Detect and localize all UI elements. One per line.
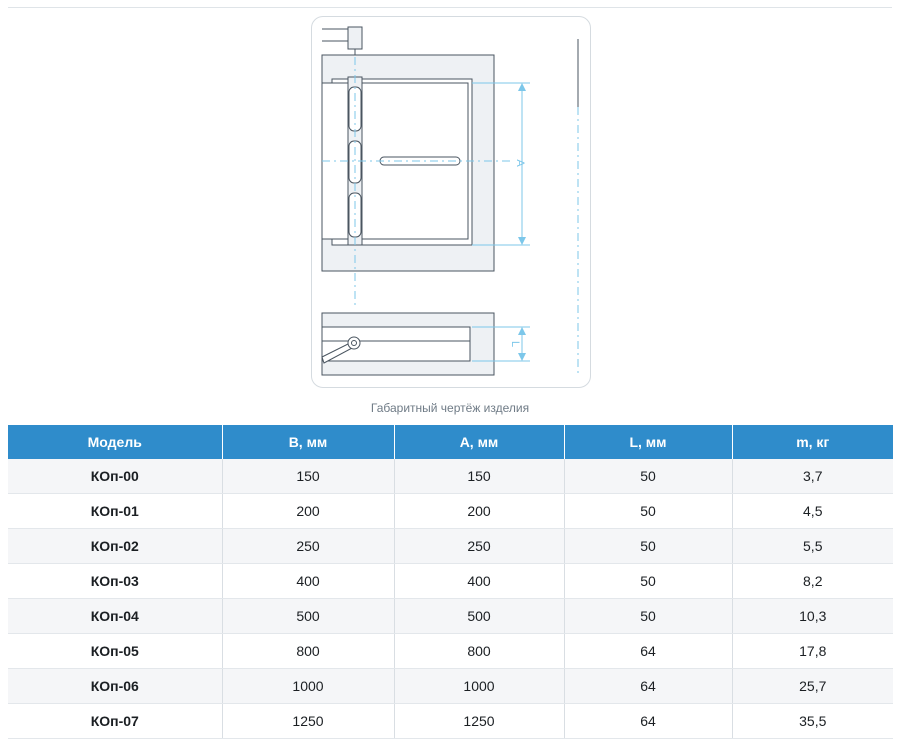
handle-drawing xyxy=(322,26,363,55)
header-model: Модель xyxy=(8,425,222,459)
table-row: КОп-06 1000 1000 64 25,7 xyxy=(8,668,893,704)
dimension-l-label: L xyxy=(509,341,521,347)
header-a: A, мм xyxy=(393,425,564,459)
cell-a: 400 xyxy=(393,563,564,599)
table-row: КОп-05 800 800 64 17,8 xyxy=(8,633,893,669)
header-mass: m, кг xyxy=(731,425,893,459)
cell-l: 50 xyxy=(563,528,732,564)
cell-a: 1000 xyxy=(393,668,564,704)
dimension-a-label: A xyxy=(514,159,526,167)
cell-a: 500 xyxy=(393,598,564,634)
table-header-row: Модель B, мм A, мм L, мм m, кг xyxy=(8,425,893,459)
cell-l: 64 xyxy=(563,703,732,739)
cell-mass: 17,8 xyxy=(731,633,893,669)
cell-a: 150 xyxy=(393,459,564,494)
table-row: КОп-01 200 200 50 4,5 xyxy=(8,493,893,529)
cell-model: КОп-05 xyxy=(8,633,222,669)
cell-mass: 3,7 xyxy=(731,459,893,494)
cell-model: КОп-02 xyxy=(8,528,222,564)
cell-l: 50 xyxy=(563,598,732,634)
cell-model: КОп-04 xyxy=(8,598,222,634)
table-row: КОп-00 150 150 50 3,7 xyxy=(8,459,893,494)
cell-a: 250 xyxy=(393,528,564,564)
figure-caption: Габаритный чертёж изделия xyxy=(370,401,530,415)
top-divider xyxy=(8,7,892,8)
cell-b: 250 xyxy=(221,528,394,564)
cell-mass: 25,7 xyxy=(731,668,893,704)
cell-mass: 35,5 xyxy=(731,703,893,739)
header-b: B, мм xyxy=(221,425,394,459)
cell-b: 150 xyxy=(221,459,394,494)
table-row: КОп-04 500 500 50 10,3 xyxy=(8,598,893,634)
cell-l: 64 xyxy=(563,668,732,704)
cell-b: 500 xyxy=(221,598,394,634)
cell-mass: 8,2 xyxy=(731,563,893,599)
cell-b: 200 xyxy=(221,493,394,529)
cell-model: КОп-01 xyxy=(8,493,222,529)
cell-l: 50 xyxy=(563,493,732,529)
cell-a: 200 xyxy=(393,493,564,529)
specifications-table: Модель B, мм A, мм L, мм m, кг КОп-00 15… xyxy=(8,425,893,739)
cell-l: 50 xyxy=(563,563,732,599)
header-l: L, мм xyxy=(563,425,732,459)
cell-l: 64 xyxy=(563,633,732,669)
front-view-drawing xyxy=(321,54,495,272)
table-row: КОп-07 1250 1250 64 35,5 xyxy=(8,703,893,739)
cell-b: 1000 xyxy=(221,668,394,704)
table-row: КОп-02 250 250 50 5,5 xyxy=(8,528,893,564)
cell-l: 50 xyxy=(563,459,732,494)
cell-a: 1250 xyxy=(393,703,564,739)
cell-model: КОп-07 xyxy=(8,703,222,739)
cell-b: 400 xyxy=(221,563,394,599)
cell-model: КОп-06 xyxy=(8,668,222,704)
cell-model: КОп-03 xyxy=(8,563,222,599)
cell-mass: 5,5 xyxy=(731,528,893,564)
cell-model: КОп-00 xyxy=(8,459,222,494)
dimension-drawing: A L xyxy=(311,16,591,388)
cell-b: 800 xyxy=(221,633,394,669)
cell-a: 800 xyxy=(393,633,564,669)
cell-mass: 10,3 xyxy=(731,598,893,634)
side-view-drawing xyxy=(321,312,495,376)
cell-mass: 4,5 xyxy=(731,493,893,529)
cell-b: 1250 xyxy=(221,703,394,739)
table-row: КОп-03 400 400 50 8,2 xyxy=(8,563,893,599)
